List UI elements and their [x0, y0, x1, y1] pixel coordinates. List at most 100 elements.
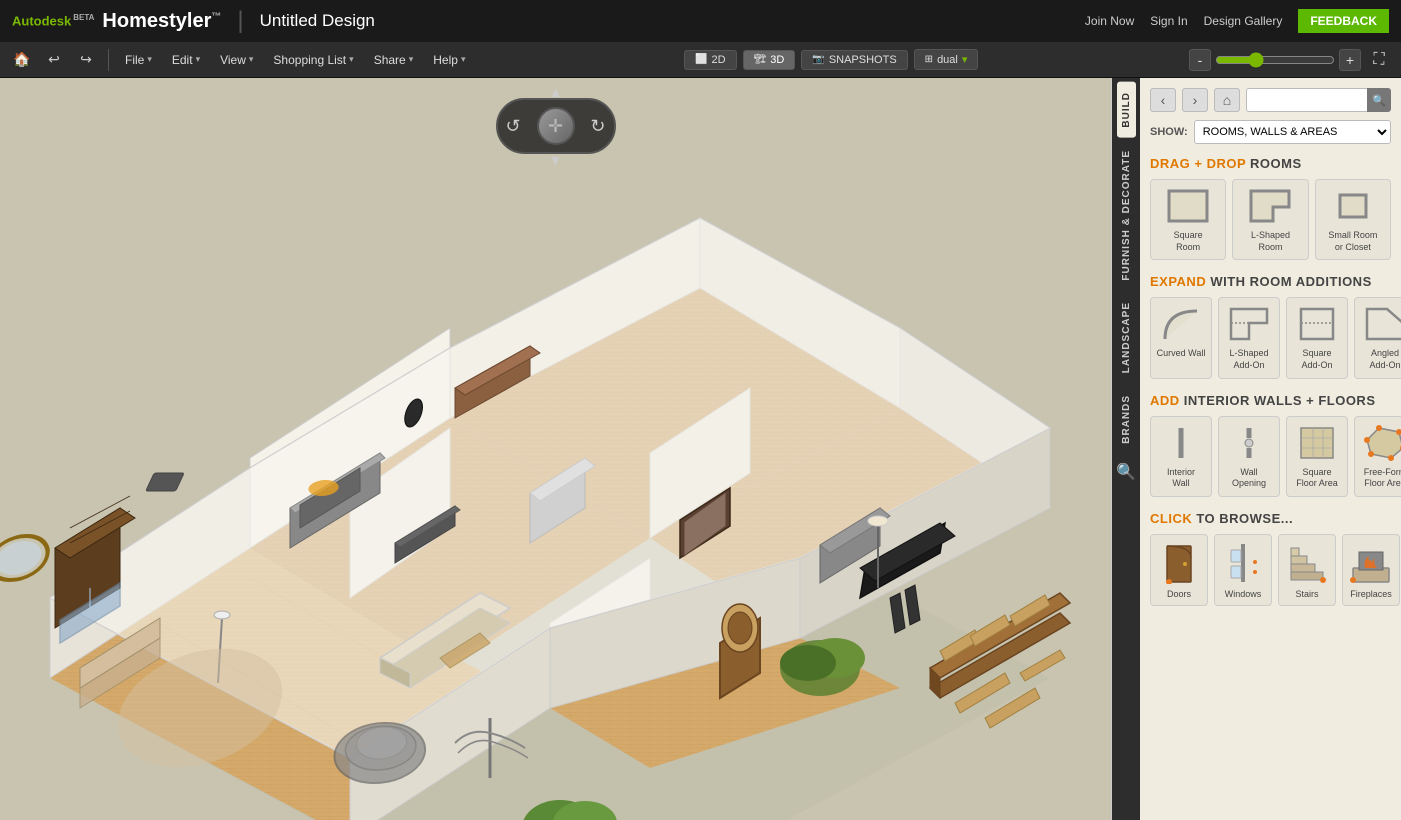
- snapshots-button[interactable]: 📷 SNAPSHOTS: [801, 50, 907, 70]
- freeform-floor-card[interactable]: Free-FormFloor Area: [1354, 416, 1401, 497]
- design-title: Untitled Design: [260, 11, 375, 31]
- floorplan-svg: Wall: [0, 128, 1100, 820]
- stairs-card[interactable]: Stairs: [1278, 534, 1336, 606]
- view-menu[interactable]: View ▾: [212, 49, 261, 71]
- l-shaped-addon-svg: [1227, 305, 1271, 343]
- windows-card[interactable]: Windows: [1214, 534, 1272, 606]
- wall-opening-svg: [1227, 424, 1271, 462]
- fireplaces-icon: [1347, 541, 1395, 585]
- logo-beta: BETA: [73, 13, 94, 22]
- panel-search-button[interactable]: 🔍: [1367, 88, 1391, 112]
- zoom-bar: - +: [1189, 49, 1361, 71]
- share-menu[interactable]: Share ▾: [366, 49, 422, 71]
- design-gallery-link[interactable]: Design Gallery: [1204, 14, 1283, 28]
- undo-button[interactable]: ↩: [40, 46, 68, 74]
- interior-wall-card[interactable]: InteriorWall: [1150, 416, 1212, 497]
- search-tab[interactable]: 🔍: [1112, 456, 1140, 488]
- zoom-in-button[interactable]: +: [1339, 49, 1361, 71]
- panel-home-button[interactable]: ⌂: [1214, 88, 1240, 112]
- square-floor-label: SquareFloor Area: [1296, 467, 1338, 490]
- angled-addon-card[interactable]: AngledAdd-On: [1354, 297, 1401, 378]
- edit-menu[interactable]: Edit ▾: [164, 49, 208, 71]
- interior-header: ADD INTERIOR WALLS + FLOORS: [1150, 393, 1391, 408]
- tab-build[interactable]: BUILD: [1117, 82, 1136, 138]
- dual-button[interactable]: ⊞ dual ▾: [914, 49, 979, 70]
- fireplaces-label: Fireplaces: [1350, 589, 1392, 599]
- logo-homestyler: Homestyler™: [102, 10, 221, 33]
- fullscreen-button[interactable]: ⛶: [1365, 46, 1393, 74]
- topbar: AutodeskBETA Homestyler™ | Untitled Desi…: [0, 0, 1401, 42]
- curved-wall-card[interactable]: Curved Wall: [1150, 297, 1212, 378]
- tab-furnish[interactable]: FURNISH & DECORATE: [1117, 140, 1136, 291]
- fireplaces-card[interactable]: Fireplaces: [1342, 534, 1400, 606]
- tab-brands[interactable]: BRANDS: [1117, 385, 1136, 454]
- square-floor-svg: [1295, 424, 1339, 462]
- toolbar-separator-1: [108, 49, 109, 71]
- square-room-card[interactable]: SquareRoom: [1150, 179, 1226, 260]
- interior-grid: InteriorWall WallOpening: [1150, 416, 1391, 497]
- l-shaped-room-card[interactable]: L-ShapedRoom: [1232, 179, 1308, 260]
- logo-autodesk: AutodeskBETA: [12, 13, 94, 28]
- angled-addon-label: AngledAdd-On: [1369, 348, 1400, 371]
- shopping-list-menu[interactable]: Shopping List ▾: [265, 49, 361, 71]
- home-button[interactable]: 🏠: [8, 46, 36, 74]
- help-menu[interactable]: Help ▾: [425, 49, 473, 71]
- panel-forward-button[interactable]: ›: [1182, 88, 1208, 112]
- topbar-right: Join Now Sign In Design Gallery FEEDBACK: [1085, 9, 1389, 33]
- l-shaped-addon-label: L-ShapedAdd-On: [1229, 348, 1268, 371]
- drag-drop-header: DRAG + DROP ROOMS: [1150, 156, 1391, 171]
- square-room-label: SquareRoom: [1174, 230, 1203, 253]
- square-addon-card[interactable]: SquareAdd-On: [1286, 297, 1348, 378]
- small-room-label: Small Roomor Closet: [1328, 230, 1377, 253]
- toolbar-center: ⬜ 2D 🏗 3D 📷 SNAPSHOTS ⊞ dual ▾: [477, 49, 1185, 70]
- canvas-area[interactable]: ↺ ✛ ↻ ▲ ▼: [0, 78, 1111, 820]
- right-panel: BUILD FURNISH & DECORATE LANDSCAPE BRAND…: [1111, 78, 1401, 820]
- nav-up[interactable]: ▲: [549, 84, 563, 100]
- small-room-card[interactable]: Small Roomor Closet: [1315, 179, 1391, 260]
- zoom-slider[interactable]: [1215, 52, 1335, 68]
- square-floor-card[interactable]: SquareFloor Area: [1286, 416, 1348, 497]
- rooms-grid: SquareRoom L-ShapedRoom: [1150, 179, 1391, 260]
- panel-search: 🔍: [1246, 88, 1391, 112]
- toolbar: 🏠 ↩ ↪ File ▾ Edit ▾ View ▾ Shopping List…: [0, 42, 1401, 78]
- zoom-out-button[interactable]: -: [1189, 49, 1211, 71]
- join-now-link[interactable]: Join Now: [1085, 14, 1134, 28]
- l-shaped-room-label: L-ShapedRoom: [1251, 230, 1290, 253]
- redo-button[interactable]: ↪: [72, 46, 100, 74]
- l-shaped-room-icon: [1244, 186, 1296, 226]
- show-select[interactable]: ROOMS, WALLS & AREAS ALL WALLS ONLY: [1194, 120, 1391, 144]
- windows-svg: [1221, 542, 1265, 584]
- browse-header: CLICK TO BROWSE...: [1150, 511, 1391, 526]
- feedback-button[interactable]: FEEDBACK: [1298, 9, 1389, 33]
- small-room-svg: [1328, 187, 1378, 225]
- panel-search-input[interactable]: [1246, 88, 1367, 112]
- small-room-icon: [1327, 186, 1379, 226]
- doors-card[interactable]: Doors: [1150, 534, 1208, 606]
- view-2d-button[interactable]: ⬜ 2D: [684, 50, 737, 70]
- l-shaped-room-svg: [1245, 187, 1295, 225]
- freeform-floor-icon: [1359, 423, 1401, 463]
- file-menu[interactable]: File ▾: [117, 49, 160, 71]
- square-floor-icon: [1291, 423, 1343, 463]
- show-row: SHOW: ROOMS, WALLS & AREAS ALL WALLS ONL…: [1150, 120, 1391, 144]
- angled-addon-icon: [1359, 304, 1401, 344]
- panel-content: ‹ › ⌂ 🔍 SHOW: ROOMS, WALLS & AREAS ALL W…: [1140, 78, 1401, 820]
- main-area: ↺ ✛ ↻ ▲ ▼: [0, 78, 1401, 820]
- topbar-divider: |: [237, 7, 243, 35]
- l-shaped-addon-card[interactable]: L-ShapedAdd-On: [1218, 297, 1280, 378]
- additions-grid: Curved Wall L-ShapedAdd-On: [1150, 297, 1391, 378]
- sign-in-link[interactable]: Sign In: [1150, 14, 1187, 28]
- panel-back-button[interactable]: ‹: [1150, 88, 1176, 112]
- toolbar-right: - + ⛶: [1189, 46, 1393, 74]
- fireplaces-svg: [1349, 542, 1393, 584]
- topbar-left: AutodeskBETA Homestyler™ | Untitled Desi…: [12, 7, 375, 35]
- doors-label: Doors: [1167, 589, 1191, 599]
- square-room-svg: [1163, 187, 1213, 225]
- stairs-icon: [1283, 541, 1331, 585]
- browse-grid: Doors Windows: [1150, 534, 1391, 606]
- wall-opening-icon: [1223, 423, 1275, 463]
- doors-svg: [1157, 542, 1201, 584]
- tab-landscape[interactable]: LANDSCAPE: [1117, 292, 1136, 383]
- view-3d-button[interactable]: 🏗 3D: [743, 50, 796, 70]
- wall-opening-card[interactable]: WallOpening: [1218, 416, 1280, 497]
